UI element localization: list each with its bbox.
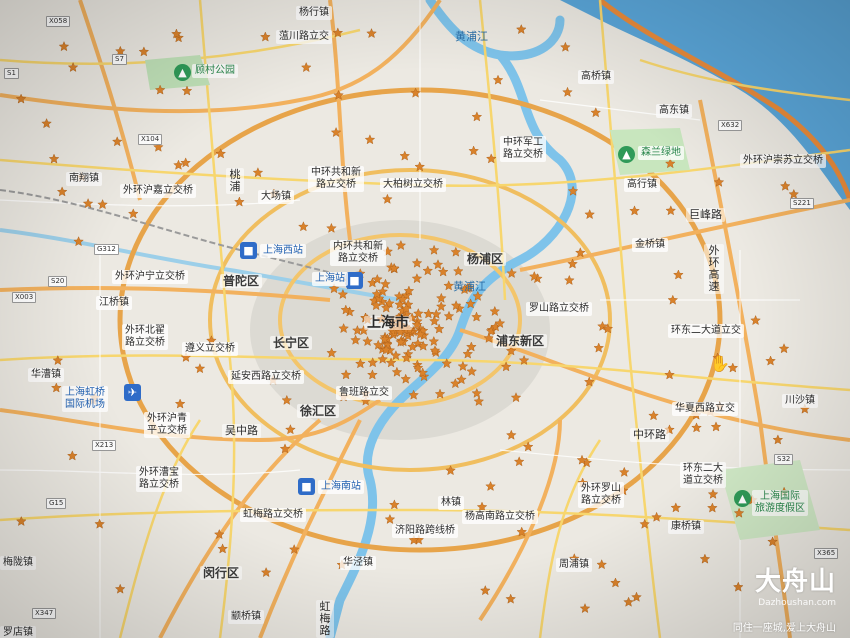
place-label: 江桥镇	[96, 296, 132, 310]
road-label: 巨峰路	[686, 208, 725, 222]
road-number-badge: X365	[814, 548, 839, 559]
river-label: 黄浦江	[453, 280, 486, 293]
road-number-badge: X347	[32, 608, 57, 619]
place-label: 康桥镇	[668, 520, 704, 534]
map-base-layer	[0, 0, 850, 638]
interchange-label: 环东二大道立交	[668, 324, 744, 338]
park-icon[interactable]: ▲	[174, 64, 191, 81]
road-number-badge: S20	[48, 276, 68, 287]
airport-icon[interactable]: ✈	[124, 384, 141, 401]
road-label: 虹梅路	[316, 600, 334, 638]
interchange-label: 环东二大 道立交桥	[680, 462, 726, 488]
interchange-label: 外环罗山 路立交桥	[578, 482, 624, 508]
road-number-badge: X058	[46, 16, 71, 27]
district-label-pudong: 浦东新区	[493, 334, 548, 348]
road-number-badge: G312	[94, 244, 119, 255]
station-label: 上海站	[312, 272, 348, 286]
interchange-label: 虹梅路立交桥	[240, 508, 306, 522]
place-label: 川沙镇	[782, 394, 818, 408]
place-label: 颛桥镇	[228, 610, 264, 624]
interchange-label: 遵义立交桥	[182, 342, 238, 356]
interchange-label: 中环共和新 路立交桥	[308, 166, 364, 192]
river-label: 黄浦江	[455, 30, 488, 43]
interchange-label: 外环沪崇苏立交桥	[740, 154, 826, 168]
city-label-shanghai: 上海市	[364, 316, 412, 330]
road-label: 外环高速	[704, 244, 724, 294]
road-number-badge: X104	[138, 134, 163, 145]
road-number-badge: S32	[774, 454, 794, 465]
watermark-slogan: 同住一座城,爱上大舟山	[732, 623, 836, 634]
interchange-label: 蕰川路立交	[276, 30, 332, 44]
interchange-label: 外环北翟 路立交桥	[122, 324, 168, 350]
interchange-label: 外环沪宁立交桥	[112, 270, 188, 284]
station-label: 上海南站	[318, 480, 364, 494]
interchange-label: 济阳路跨线桥	[392, 524, 458, 538]
place-label: 杨行镇	[296, 6, 332, 20]
district-label-xuhui: 徐汇区	[297, 404, 340, 418]
park-label: 顾村公园	[192, 64, 238, 78]
train-station-icon[interactable]: ■	[240, 242, 257, 259]
place-label: 高行镇	[624, 178, 660, 192]
interchange-label: 内环共和新 路立交桥	[330, 240, 386, 266]
place-label: 大场镇	[258, 190, 294, 204]
place-label: 华泾镇	[340, 556, 376, 570]
place-label: 林镇	[438, 496, 464, 510]
district-label-changning: 长宁区	[270, 336, 313, 350]
interchange-label: 华夏西路立交	[672, 402, 738, 416]
watermark-brand: 大舟山	[754, 567, 836, 597]
road-label: 中环路	[630, 428, 669, 442]
interchange-label: 罗山路立交桥	[526, 302, 592, 316]
airport-label: 上海虹桥 国际机场	[62, 386, 108, 412]
road-number-badge: S1	[4, 68, 19, 79]
park-label: 森兰绿地	[638, 146, 684, 160]
road-number-badge: X632	[718, 120, 743, 131]
district-label-putuo: 普陀区	[220, 274, 263, 288]
park-icon[interactable]: ▲	[618, 146, 635, 163]
interchange-label: 杨高南路立交桥	[462, 510, 538, 524]
road-label: 桃浦	[226, 168, 244, 194]
watermark-url: Dazhoushan.com	[758, 598, 836, 608]
hand-cursor-icon: ✋	[710, 354, 730, 373]
road-label: 吴中路	[222, 424, 261, 438]
place-label: 金桥镇	[632, 238, 668, 252]
district-label-minhang: 闵行区	[200, 566, 243, 580]
district-label-yangpu: 杨浦区	[464, 252, 507, 266]
place-label: 罗店镇	[0, 626, 36, 638]
train-station-icon[interactable]: ■	[346, 272, 363, 289]
resort-label: 上海国际 旅游度假区	[752, 490, 808, 516]
interchange-label: 鲁班路立交	[336, 386, 392, 400]
interchange-label: 外环沪嘉立交桥	[120, 184, 196, 198]
place-label: 华漕镇	[28, 368, 64, 382]
place-label: 梅陇镇	[0, 556, 36, 570]
road-number-badge: X213	[92, 440, 117, 451]
place-label: 高东镇	[656, 104, 692, 118]
place-label: 高桥镇	[578, 70, 614, 84]
place-label: 周浦镇	[556, 558, 592, 572]
road-number-badge: G15	[46, 498, 67, 509]
interchange-label: 外环漕宝 路立交桥	[136, 466, 182, 492]
road-number-badge: X003	[12, 292, 37, 303]
watermark-logo: 大舟山 Dazhoushan.com	[755, 561, 836, 608]
train-station-icon[interactable]: ■	[298, 478, 315, 495]
park-icon[interactable]: ▲	[734, 490, 751, 507]
interchange-label: 中环军工 路立交桥	[500, 136, 546, 162]
road-number-badge: S221	[790, 198, 814, 209]
map-view[interactable]: 普陀区 长宁区 徐汇区 杨浦区 浦东新区 闵行区 上海市 蕰川路立交 中环军工 …	[0, 0, 850, 638]
road-number-badge: S7	[112, 54, 127, 65]
interchange-label: 延安西路立交桥	[228, 370, 304, 384]
interchange-label: 外环沪青 平立交桥	[144, 412, 190, 438]
interchange-label: 大柏树立交桥	[380, 178, 446, 192]
station-label: 上海西站	[260, 244, 306, 258]
place-label: 南翔镇	[66, 172, 102, 186]
